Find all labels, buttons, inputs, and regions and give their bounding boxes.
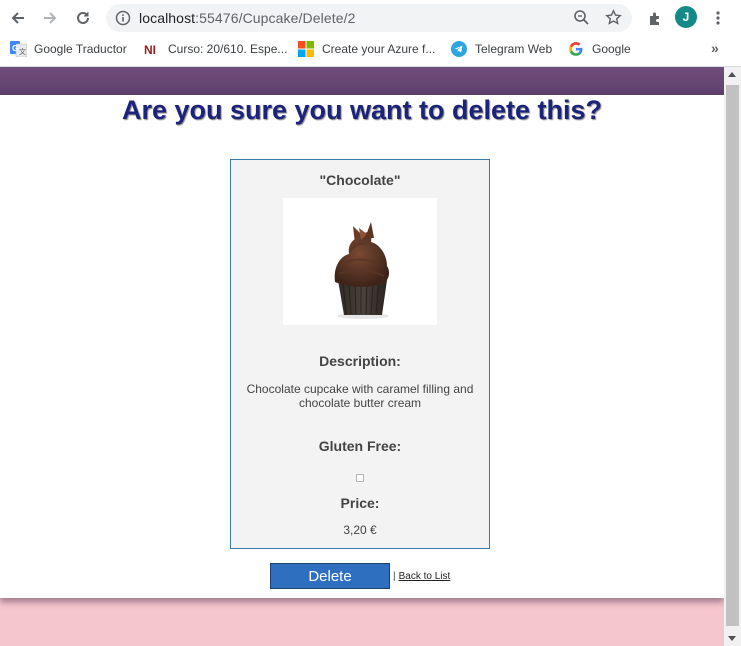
microsoft-icon	[298, 41, 314, 57]
cupcake-name: "Chocolate"	[319, 172, 401, 188]
bookmark-curso[interactable]: NI Curso: 20/610. Espe...	[144, 40, 287, 58]
scroll-down-arrow-icon[interactable]	[728, 636, 736, 641]
url-host: localhost	[139, 10, 196, 26]
gluten-free-checkbox	[356, 474, 364, 482]
bookmark-label: Create your Azure f...	[322, 42, 436, 56]
content-panel: Are you sure you want to delete this? "C…	[0, 95, 724, 598]
google-icon	[568, 41, 584, 57]
bookmark-telegram[interactable]: Telegram Web	[451, 40, 552, 58]
url-text: localhost:55476/Cupcake/Delete/2	[139, 10, 355, 26]
bookmark-google-translate[interactable]: G文 Google Traductor	[10, 40, 127, 58]
bookmark-label: Google	[592, 42, 631, 56]
cupcake-details-card: "Chocolate" Description: Chocolate cupca…	[230, 159, 490, 549]
star-icon[interactable]	[605, 9, 622, 31]
bookmark-google[interactable]: Google	[568, 40, 631, 58]
zoom-icon[interactable]	[573, 9, 590, 31]
cupcake-image	[283, 198, 437, 325]
info-icon[interactable]	[115, 10, 131, 31]
description-label: Description:	[319, 353, 401, 369]
more-bookmarks-icon[interactable]: »	[711, 39, 719, 57]
vertical-scrollbar[interactable]	[724, 67, 741, 646]
back-to-list-link[interactable]: Back to List	[399, 571, 451, 582]
browser-toolbar: localhost:55476/Cupcake/Delete/2 J	[0, 0, 741, 36]
telegram-icon	[451, 41, 467, 57]
ni-icon: NI	[144, 41, 160, 57]
bookmarks-bar: G文 Google Traductor NI Curso: 20/610. Es…	[0, 36, 741, 62]
url-path: :55476/Cupcake/Delete/2	[195, 10, 356, 26]
reload-icon[interactable]	[71, 6, 95, 30]
back-arrow-icon[interactable]	[6, 6, 30, 30]
forward-arrow-icon[interactable]	[38, 6, 62, 30]
form-actions: Delete | Back to List	[270, 563, 450, 589]
link-separator: |	[393, 570, 396, 582]
profile-avatar[interactable]: J	[675, 6, 697, 28]
gluten-free-label: Gluten Free:	[318, 438, 402, 454]
menu-kebab-icon[interactable]	[706, 6, 730, 30]
google-translate-icon: G文	[10, 41, 28, 58]
scroll-up-arrow-icon[interactable]	[728, 72, 736, 77]
page-title: Are you sure you want to delete this?	[121, 95, 603, 125]
extensions-icon[interactable]	[643, 6, 667, 30]
svg-text:NI: NI	[144, 43, 156, 57]
price-value: 3,20 €	[343, 523, 377, 537]
delete-button[interactable]: Delete	[270, 563, 390, 589]
bookmark-azure[interactable]: Create your Azure f...	[298, 40, 435, 58]
address-bar[interactable]: localhost:55476/Cupcake/Delete/2	[106, 4, 632, 32]
price-label: Price:	[340, 495, 380, 511]
bookmark-label: Curso: 20/610. Espe...	[168, 42, 288, 56]
description-value: Chocolate cupcake with caramel filling a…	[246, 382, 474, 410]
svg-text:文: 文	[19, 47, 26, 56]
bookmark-label: Telegram Web	[475, 42, 553, 56]
profile-initial: J	[682, 10, 690, 24]
page-viewport: Are you sure you want to delete this? "C…	[0, 67, 724, 646]
header-band	[0, 67, 724, 95]
scrollbar-thumb[interactable]	[726, 85, 739, 626]
bookmark-label: Google Traductor	[34, 42, 127, 56]
svg-text:G: G	[12, 44, 18, 53]
